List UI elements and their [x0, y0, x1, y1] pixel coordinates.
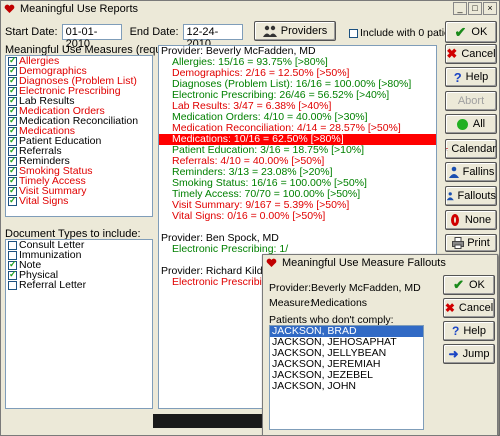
- none-button[interactable]: None: [445, 210, 497, 230]
- help-button[interactable]: ? Help: [445, 67, 497, 87]
- maximize-button[interactable]: □: [468, 2, 482, 15]
- checkmark-icon: ✔: [453, 277, 464, 292]
- fallouts-dialog: Meaningful Use Measure Fallouts Provider…: [262, 254, 498, 436]
- start-date-field[interactable]: 01-01-2010: [61, 24, 122, 50]
- print-label: Print: [467, 237, 490, 249]
- dialog-cancel-label: Cancel: [458, 302, 494, 314]
- patient-list-item[interactable]: JACKSON, JOHN: [270, 381, 423, 392]
- x-icon: ✖: [444, 301, 455, 315]
- checkmark-icon: ✔: [454, 23, 467, 40]
- providers-label: Providers: [280, 25, 328, 37]
- end-date-field[interactable]: 12-24-2010: [182, 24, 243, 50]
- help-label: Help: [465, 71, 489, 83]
- include-zero-checkbox[interactable]: [349, 28, 358, 38]
- report-line[interactable]: Vital Signs: 0/16 = 0.00% [>50%]: [159, 211, 436, 222]
- measures-list: AllergiesDemographicsDiagnoses (Problem …: [5, 55, 153, 217]
- provider-label: Provider:: [269, 282, 312, 294]
- measure-label: Vital Signs: [19, 195, 69, 207]
- calendar-label: Calendar: [451, 143, 496, 155]
- fallouts-label: Fallouts: [457, 190, 496, 202]
- heart-icon: [4, 4, 15, 14]
- doc-type-checkbox[interactable]: [8, 280, 17, 290]
- all-label: All: [472, 118, 486, 130]
- date-filter-row: Start Date: 01-01-2010 End Date: 12-24-2…: [5, 23, 243, 50]
- measure-label: Measure:: [269, 297, 313, 309]
- status-bar: [153, 414, 263, 428]
- zero-icon: [450, 214, 459, 226]
- print-button[interactable]: Print: [445, 234, 497, 252]
- dialog-help-button[interactable]: ? Help: [443, 321, 495, 341]
- all-button[interactable]: All: [445, 114, 497, 134]
- title-bar: Meaningful Use Reports _ □ ×: [1, 1, 499, 17]
- ok-label: OK: [471, 26, 488, 38]
- doc-type-label: Referral Letter: [19, 279, 87, 291]
- doc-type-checkbox[interactable]: [8, 269, 17, 280]
- measure-value: Medications: [311, 297, 368, 309]
- doc-types-list: Consult LetterImmunizationNotePhysicalRe…: [5, 239, 153, 409]
- provider-value: Beverly McFadden, MD: [311, 282, 421, 294]
- calendar-button[interactable]: Calendar: [445, 139, 497, 159]
- dialog-ok-label: OK: [469, 279, 485, 291]
- start-date-label: Start Date:: [5, 26, 58, 38]
- cancel-button[interactable]: ✖ Cancel: [445, 44, 497, 64]
- arrow-right-icon: ➜: [448, 347, 459, 361]
- end-date-label: End Date:: [129, 26, 179, 38]
- dialog-ok-button[interactable]: ✔ OK: [443, 275, 495, 295]
- ok-button[interactable]: ✔ OK: [445, 21, 497, 43]
- question-icon: ?: [452, 324, 460, 338]
- abort-label: Abort: [457, 95, 485, 107]
- heart-icon: [266, 258, 277, 267]
- abort-button[interactable]: Abort: [445, 91, 497, 111]
- x-icon: ✖: [446, 46, 458, 61]
- patients-list: JACKSON, BRAD JACKSON, JEHOSAPHAT JACKSON,…: [269, 325, 424, 430]
- minimize-button[interactable]: _: [453, 2, 467, 15]
- green-circle-icon: [456, 118, 468, 130]
- fallins-label: Fallins: [462, 166, 495, 178]
- none-label: None: [464, 214, 492, 226]
- jump-label: Jump: [462, 348, 490, 360]
- doc-type-checkbox[interactable]: [8, 240, 17, 250]
- dialog-title: Meaningful Use Measure Fallouts: [282, 257, 446, 269]
- calendar-icon: [446, 148, 449, 151]
- providers-button[interactable]: Providers: [254, 21, 336, 41]
- window-title: Meaningful Use Reports: [20, 3, 139, 15]
- close-button[interactable]: ×: [483, 2, 497, 15]
- people-icon: [262, 25, 277, 37]
- cancel-label: Cancel: [461, 48, 496, 60]
- dialog-help-label: Help: [463, 325, 486, 337]
- measure-item[interactable]: Vital Signs: [6, 195, 152, 207]
- people-icon: [446, 192, 454, 201]
- doc-type-item[interactable]: Referral Letter: [6, 280, 152, 290]
- fallins-button[interactable]: Fallins: [445, 162, 497, 182]
- people-icon: [448, 166, 459, 178]
- printer-icon: [452, 237, 465, 249]
- fallouts-button[interactable]: Fallouts: [445, 186, 497, 206]
- measure-checkbox[interactable]: [8, 195, 17, 206]
- dialog-cancel-button[interactable]: ✖ Cancel: [443, 298, 495, 318]
- jump-button[interactable]: ➜ Jump: [443, 344, 495, 364]
- question-icon: ?: [453, 69, 462, 85]
- dialog-title-bar: Meaningful Use Measure Fallouts: [263, 255, 497, 271]
